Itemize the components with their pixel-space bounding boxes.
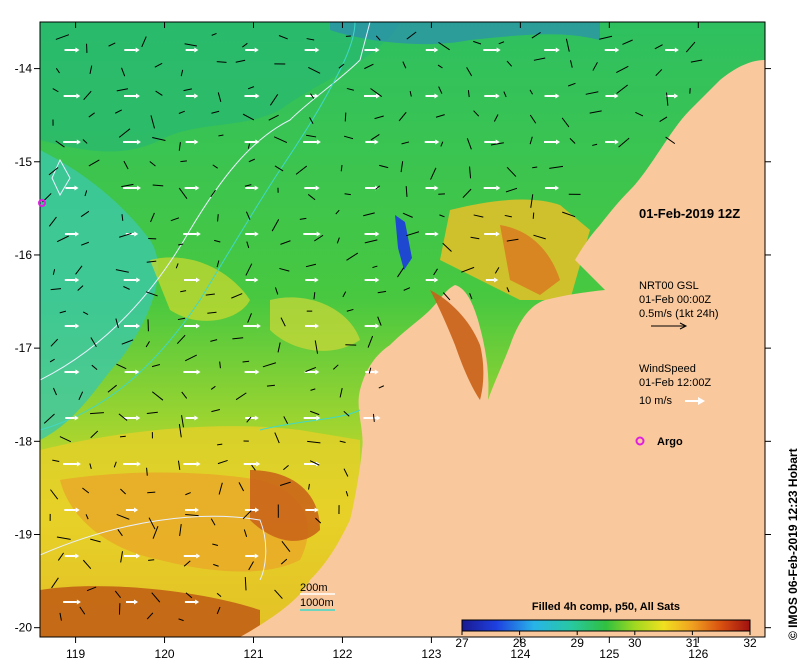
current-arrow: [147, 491, 156, 494]
lon-tick-label: 119: [66, 647, 85, 661]
current-source: NRT00 GSL: [639, 280, 699, 292]
current-arrow: [532, 212, 535, 219]
lon-tick-label: 122: [332, 647, 352, 661]
lon-tick-label: 123: [421, 647, 441, 661]
colorbar-gradient: [461, 619, 751, 632]
colorbar-tick-label: 28: [513, 636, 527, 650]
colorbar-tick-label: 27: [455, 636, 469, 650]
lat-tick-label: -16: [15, 248, 33, 262]
lat-tick-label: -17: [15, 341, 33, 355]
wind-title: WindSpeed: [639, 363, 696, 375]
lon-tick-label: 120: [155, 647, 175, 661]
current-scale: 0.5m/s (1kt 24h): [639, 308, 718, 320]
colorbar-tick-label: 29: [571, 636, 585, 650]
current-arrow: [244, 577, 247, 591]
map-datetime: 01-Feb-2019 12Z: [639, 206, 740, 221]
wind-scale: 10 m/s: [639, 395, 673, 407]
lat-tick-label: -15: [15, 155, 33, 169]
lat-tick-label: -20: [15, 621, 33, 635]
colorbar-tick-label: 30: [628, 636, 642, 650]
contour-1000m-label: 1000m: [300, 597, 334, 609]
lat-tick-label: -18: [15, 434, 33, 448]
argo-label: Argo: [657, 436, 683, 448]
lat-tick-label: -14: [15, 62, 33, 76]
colorbar-tick-label: 32: [743, 636, 757, 650]
colorbar-tick-label: 31: [686, 636, 700, 650]
current-arrow: [532, 166, 538, 169]
colorbar-title: Filled 4h comp, p50, All Sats: [532, 601, 680, 613]
current-arrow: [148, 559, 155, 561]
lon-tick-label: 121: [243, 647, 263, 661]
current-arrow: [344, 112, 347, 122]
lon-tick-label: 125: [599, 647, 619, 661]
current-time: 01-Feb 00:00Z: [639, 294, 711, 306]
current-arrow: [119, 435, 126, 438]
contour-200m-label: 200m: [300, 582, 328, 594]
current-arrow: [217, 214, 219, 222]
current-arrow: [216, 61, 227, 63]
sst-map: 119 120 121 122 123 124 125 126 -14-15-16-17-18…: [15, 21, 800, 661]
wind-time: 01-Feb 12:00Z: [639, 377, 711, 389]
imos-credit: © IMOS 06-Feb-2019 12:23 Hobart: [786, 448, 800, 640]
lat-tick-label: -19: [15, 528, 33, 542]
map-field: [40, 22, 765, 637]
